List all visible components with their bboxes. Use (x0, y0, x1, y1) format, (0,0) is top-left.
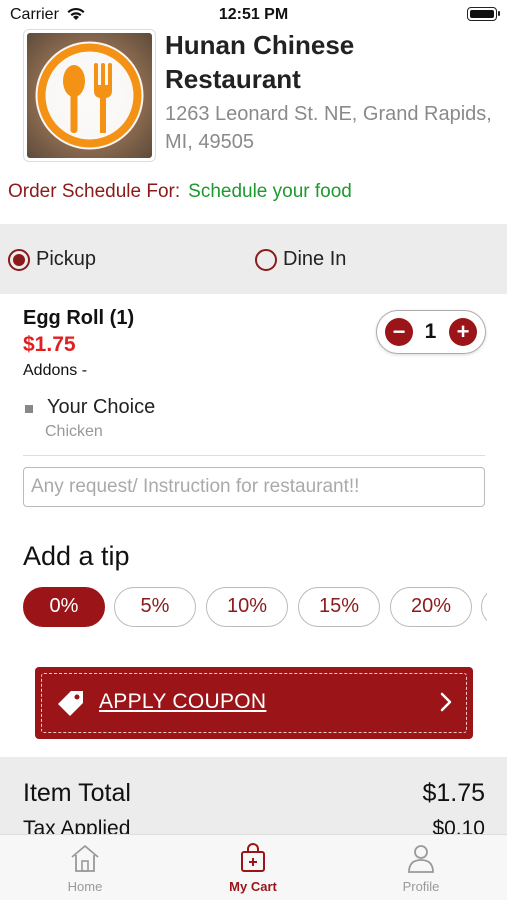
pickup-radio[interactable]: Pickup (8, 248, 96, 271)
tab-home[interactable]: Home (25, 843, 145, 894)
tip-option-5[interactable]: 5% (114, 587, 196, 627)
tip-option-more[interactable] (481, 587, 487, 627)
tip-option-15[interactable]: 15% (298, 587, 380, 627)
coupon-label: APPLY COUPON (99, 690, 267, 713)
tag-icon (58, 691, 83, 716)
choice-bullet-icon (25, 405, 33, 413)
restaurant-request-input[interactable] (23, 467, 485, 507)
restaurant-logo (23, 29, 156, 162)
restaurant-address: 1263 Leonard St. NE, Grand Rapids, MI, 4… (165, 103, 492, 153)
tab-profile-label: Profile (402, 879, 440, 894)
clock: 12:51 PM (218, 6, 289, 23)
item-price: $1.75 (23, 333, 76, 356)
dine-in-radio[interactable]: Dine In (255, 248, 346, 271)
increase-quantity-button[interactable]: + (449, 318, 477, 346)
item-total-label: Item Total (23, 779, 131, 807)
restaurant-name: Hunan Chinese Restaurant (165, 30, 355, 94)
quantity-stepper: − 1 + (376, 310, 486, 354)
order-schedule[interactable]: Order Schedule For: Schedule your food (8, 181, 352, 203)
tip-option-0[interactable]: 0% (23, 587, 105, 627)
item-addons-label: Addons - (23, 362, 88, 379)
tip-options: 0% 5% 10% 15% 20% (23, 587, 487, 629)
tab-home-label: Home (67, 879, 103, 894)
pickup-label: Pickup (36, 248, 97, 270)
tab-my-cart[interactable]: My Cart (193, 843, 313, 894)
apply-coupon-button[interactable]: APPLY COUPON (35, 667, 473, 739)
order-mode-bar: Pickup Dine In (0, 224, 507, 294)
tab-my-cart-label: My Cart (229, 879, 277, 894)
item-total-row: Item Total $1.75 (23, 779, 485, 808)
battery-icon (467, 7, 500, 21)
choice-title: Your Choice (47, 396, 156, 418)
radio-selected-icon (8, 248, 30, 271)
home-icon (71, 845, 99, 872)
item-name: Egg Roll (1) (23, 307, 135, 329)
choice-value: Chicken (45, 423, 103, 440)
utensils-logo-icon (35, 41, 144, 150)
tip-option-10[interactable]: 10% (206, 587, 288, 627)
item-total-value: $1.75 (422, 779, 485, 807)
cart-icon (241, 843, 265, 872)
tip-title: Add a tip (23, 541, 130, 571)
schedule-value-link[interactable]: Schedule your food (188, 181, 352, 202)
tab-profile[interactable]: Profile (361, 843, 481, 894)
tip-option-20[interactable]: 20% (390, 587, 472, 627)
chevron-right-icon (440, 692, 452, 712)
dine-in-label: Dine In (283, 248, 347, 270)
tab-bar: Home My Cart Profile (0, 834, 507, 900)
schedule-label: Order Schedule For: (8, 181, 181, 202)
profile-icon (408, 845, 434, 873)
divider (23, 455, 485, 456)
radio-unselected-icon (255, 248, 277, 271)
status-bar: Carrier 12:51 PM (0, 0, 507, 30)
